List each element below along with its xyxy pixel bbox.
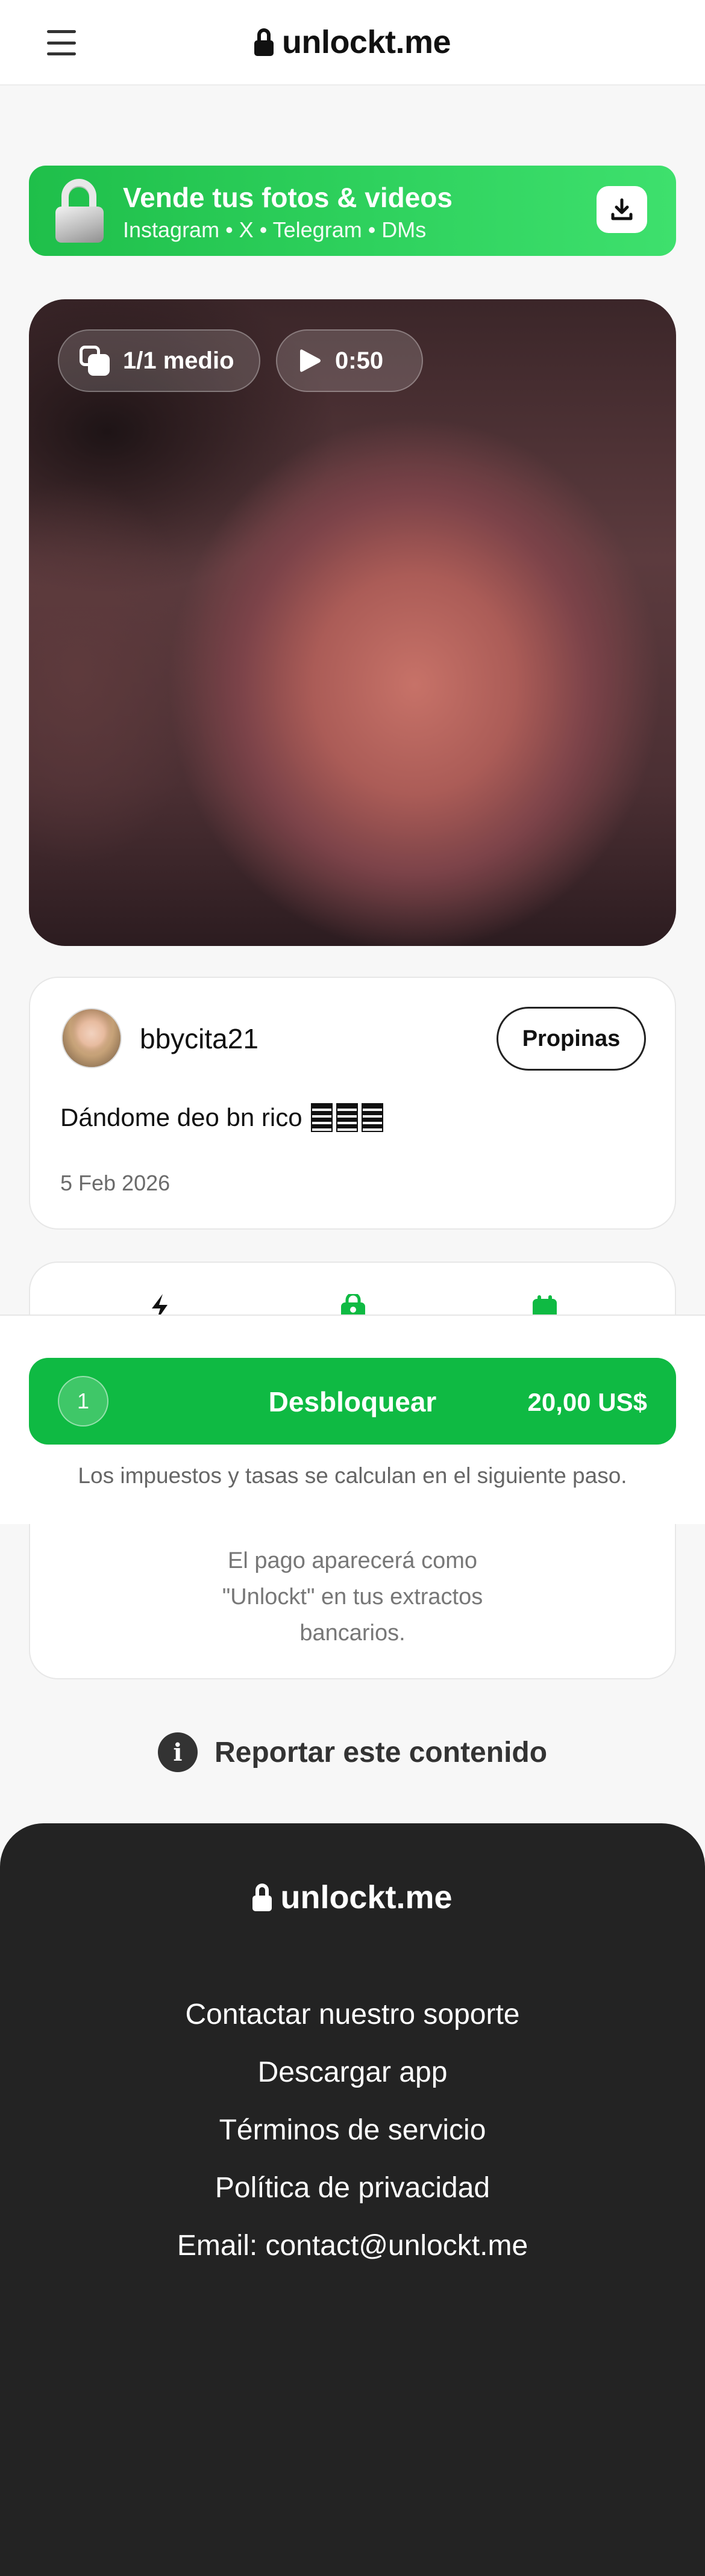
footer-link-support[interactable]: Contactar nuestro soporte: [0, 1986, 705, 2044]
hamburger-menu-icon[interactable]: [47, 30, 76, 55]
promo-subtitle: Instagram • X • Telegram • DMs: [123, 217, 427, 242]
billing-line: El pago aparecerá como: [227, 1548, 478, 1573]
download-button[interactable]: [597, 186, 647, 233]
info-icon: i: [157, 1732, 198, 1772]
media-count: 1/1 medio: [123, 347, 234, 374]
billing-note: El pago aparecerá como "Unlockt" en tus …: [30, 1543, 675, 1651]
footer-link-email[interactable]: Email: contact@unlockt.me: [0, 2217, 705, 2275]
lock-icon: [252, 1884, 272, 1911]
footer-link-privacy[interactable]: Política de privacidad: [0, 2159, 705, 2217]
report-content-link[interactable]: i Reportar este contenido: [0, 1728, 705, 1776]
emoji-placeholder: [310, 1103, 383, 1132]
promo-title: Vende tus fotos & videos: [123, 182, 453, 213]
footer-brand-name: unlockt.me: [280, 1879, 453, 1915]
download-icon: [611, 198, 633, 220]
top-header: unlockt.me: [0, 0, 705, 86]
post-card: bbycita21 Propinas Dándome deo bn rico 5…: [29, 977, 676, 1230]
brand-logo[interactable]: unlockt.me: [254, 23, 451, 61]
lock-icon: [254, 28, 274, 56]
play-icon: [300, 349, 321, 372]
tax-note: Los impuestos y tasas se calculan en el …: [78, 1463, 627, 1488]
duration-badge: 0:50: [276, 329, 423, 392]
media-count-badge: 1/1 medio: [58, 329, 260, 392]
billing-line: bancarios.: [299, 1620, 406, 1646]
copy-icon: [80, 346, 110, 376]
media-preview[interactable]: 1/1 medio 0:50: [29, 299, 676, 946]
video-duration: 0:50: [335, 347, 384, 374]
footer: unlockt.me Contactar nuestro soporte Des…: [0, 1823, 705, 2576]
unlock-bar: 1 Desbloquear 20,00 US$ Los impuestos y …: [0, 1314, 705, 1524]
unlock-button[interactable]: 1 Desbloquear 20,00 US$: [29, 1358, 676, 1445]
footer-link-download-app[interactable]: Descargar app: [0, 2044, 705, 2102]
billing-line: "Unlockt" en tus extractos: [222, 1584, 483, 1610]
avatar[interactable]: [61, 1008, 122, 1068]
username[interactable]: bbycita21: [140, 1022, 258, 1055]
brand-name: unlockt.me: [281, 24, 451, 60]
tip-button[interactable]: Propinas: [497, 1007, 646, 1071]
report-label: Reportar este contenido: [214, 1736, 548, 1769]
footer-link-terms[interactable]: Términos de servicio: [0, 2102, 705, 2159]
unlock-price: 20,00 US$: [527, 1388, 647, 1416]
open-padlock-icon: [53, 179, 107, 244]
caption-text: Dándome deo bn rico: [60, 1103, 302, 1131]
sell-promo-banner[interactable]: Vende tus fotos & videos Instagram • X •…: [29, 166, 676, 256]
post-date: 5 Feb 2026: [60, 1171, 171, 1195]
footer-links: Contactar nuestro soporte Descargar app …: [0, 1986, 705, 2275]
footer-brand[interactable]: unlockt.me: [0, 1879, 705, 1916]
post-caption: Dándome deo bn rico: [60, 1103, 383, 1132]
